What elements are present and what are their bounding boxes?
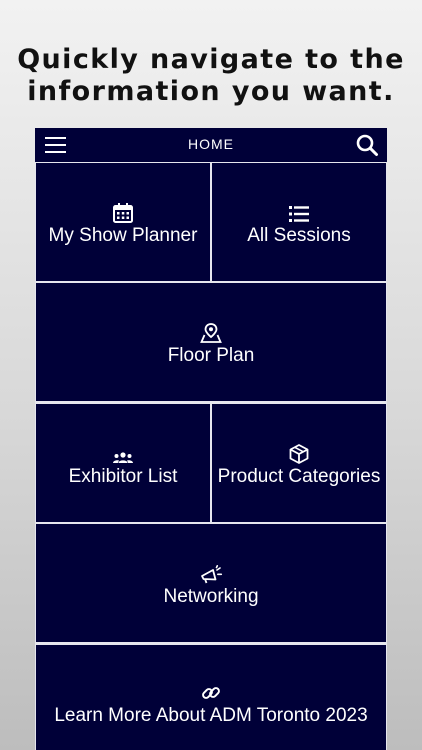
search-icon: [356, 134, 378, 156]
promo-headline: Quickly navigate to the information you …: [0, 44, 422, 108]
page-title: HOME: [188, 136, 234, 152]
box-icon: [289, 443, 309, 464]
link-icon: [202, 687, 220, 699]
tile-label: Exhibitor List: [68, 465, 178, 487]
tile-exhibitor-list[interactable]: Exhibitor List: [36, 404, 210, 522]
tile-label: My Show Planner: [48, 224, 198, 246]
tile-my-show-planner[interactable]: My Show Planner: [36, 163, 210, 281]
map-pin-icon: [200, 322, 222, 343]
promo-headline-line1: Quickly navigate to the: [17, 44, 405, 75]
tile-networking[interactable]: Networking: [36, 524, 386, 642]
megaphone-icon: [201, 564, 223, 583]
top-nav-bar: HOME: [35, 128, 387, 162]
tile-floor-plan[interactable]: Floor Plan: [36, 283, 386, 401]
tile-learn-more[interactable]: Learn More About ADM Toronto 2023: [36, 645, 386, 750]
tile-label: Learn More About ADM Toronto 2023: [54, 705, 368, 726]
tile-label: Product Categories: [217, 465, 381, 487]
promo-headline-line2: information you want.: [27, 76, 395, 107]
tile-label: Floor Plan: [167, 344, 255, 366]
tile-all-sessions[interactable]: All Sessions: [212, 163, 386, 281]
search-button[interactable]: [355, 133, 379, 157]
users-icon: [113, 451, 133, 463]
calendar-icon: [113, 202, 133, 223]
home-tile-grid: My Show Planner All Sessions Floor Plan …: [35, 162, 387, 750]
tile-label: Networking: [163, 585, 259, 607]
tile-label: All Sessions: [247, 224, 351, 246]
app-screen: HOME My Show Planner All Sessions Floor …: [35, 128, 387, 750]
list-icon: [289, 205, 309, 222]
tile-product-categories[interactable]: Product Categories: [212, 404, 386, 522]
